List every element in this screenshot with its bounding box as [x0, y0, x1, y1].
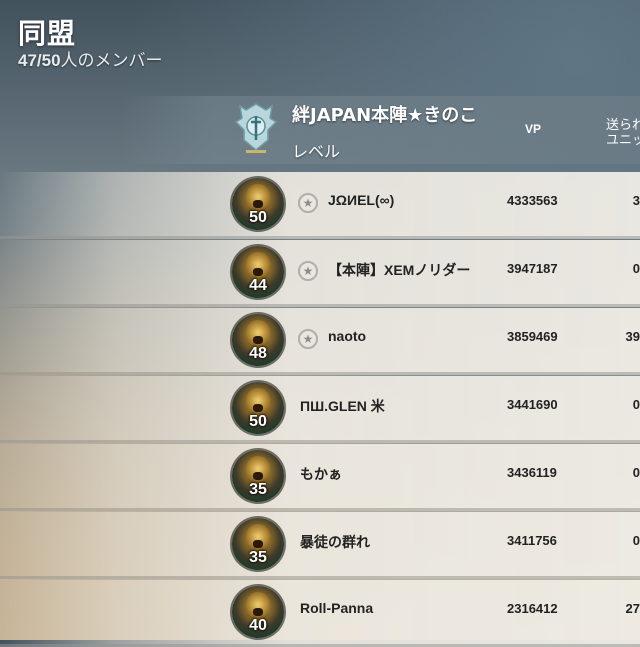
- avatar: 50: [232, 178, 284, 230]
- star-badge-icon: ★: [298, 193, 318, 213]
- member-sent-units: 3: [632, 193, 640, 208]
- avatar: 35: [232, 450, 284, 502]
- member-row[interactable]: 50 ★ JΩИEL(∞) 4333563 3: [0, 172, 640, 239]
- sent-units-header-line1: 送られ: [606, 118, 640, 133]
- member-level: 48: [249, 345, 267, 362]
- member-vp: 2316412: [507, 601, 558, 616]
- member-level: 35: [249, 481, 267, 498]
- star-badge-icon: ★: [298, 329, 318, 349]
- member-vp: 3411756: [507, 533, 557, 548]
- member-row[interactable]: 35 もかぁ 3436119 0: [0, 444, 640, 511]
- member-sent-units: 0: [632, 397, 640, 412]
- avatar-mouth: [253, 268, 263, 276]
- member-row[interactable]: 35 暴徒の群れ 3411756 0: [0, 512, 640, 579]
- member-vp: 3441690: [507, 397, 558, 412]
- avatar: 50: [232, 382, 284, 434]
- level-column-header: レベル: [292, 142, 341, 161]
- member-vp: 3859469: [507, 329, 558, 344]
- member-count: 47/50人のメンバー: [18, 46, 163, 71]
- member-row[interactable]: 48 ★ naoto 3859469 39: [0, 308, 640, 375]
- avatar: 44: [232, 246, 284, 298]
- avatar-mouth: [253, 472, 263, 480]
- sent-units-column-header[interactable]: 送られ ユニッ: [606, 118, 640, 148]
- member-name: 【本陣】XEMノリダー: [328, 262, 471, 278]
- sent-units-header-line2: ユニッ: [606, 133, 640, 148]
- member-name: 暴徒の群れ: [300, 534, 370, 550]
- member-level: 44: [249, 277, 267, 294]
- member-level: 50: [249, 209, 267, 226]
- member-sent-units: 39: [625, 329, 640, 344]
- member-name: naoto: [328, 328, 367, 344]
- member-level: 50: [249, 413, 267, 430]
- alliance-emblem-icon[interactable]: [232, 100, 280, 158]
- member-vp: 3947187: [507, 261, 558, 276]
- avatar-mouth: [253, 200, 263, 208]
- avatar: 35: [232, 518, 284, 570]
- avatar: 40: [232, 586, 284, 638]
- member-level: 35: [249, 549, 267, 566]
- avatar-mouth: [253, 540, 263, 548]
- member-sent-units: 0: [632, 261, 640, 276]
- member-level: 40: [249, 617, 267, 634]
- member-count-suffix: 人のメンバー: [60, 51, 163, 71]
- member-vp: 3436119: [507, 465, 557, 480]
- member-vp: 4333563: [507, 193, 558, 208]
- member-row[interactable]: 44 ★ 【本陣】XEMノリダー 3947187 0: [0, 240, 640, 307]
- member-name: Roll-Panna: [300, 600, 374, 616]
- avatar-mouth: [253, 404, 263, 412]
- vp-column-header[interactable]: VP: [525, 122, 541, 136]
- avatar-mouth: [253, 336, 263, 344]
- star-badge-icon: ★: [298, 261, 318, 281]
- member-sent-units: 27: [625, 601, 640, 616]
- member-count-value: 47/50: [18, 51, 61, 70]
- member-name: もかぁ: [300, 466, 342, 482]
- member-sent-units: 0: [632, 533, 640, 548]
- member-name: ПШ.GLEN 米: [300, 398, 385, 414]
- alliance-name: 絆JAPAN本陣★きのこ: [292, 105, 478, 126]
- avatar-mouth: [253, 608, 263, 616]
- avatar: 48: [232, 314, 284, 366]
- member-row[interactable]: 40 Roll-Panna 2316412 27: [0, 580, 640, 647]
- member-sent-units: 0: [632, 465, 640, 480]
- member-row[interactable]: 50 ПШ.GLEN 米 3441690 0: [0, 376, 640, 443]
- member-name: JΩИEL(∞): [328, 192, 395, 208]
